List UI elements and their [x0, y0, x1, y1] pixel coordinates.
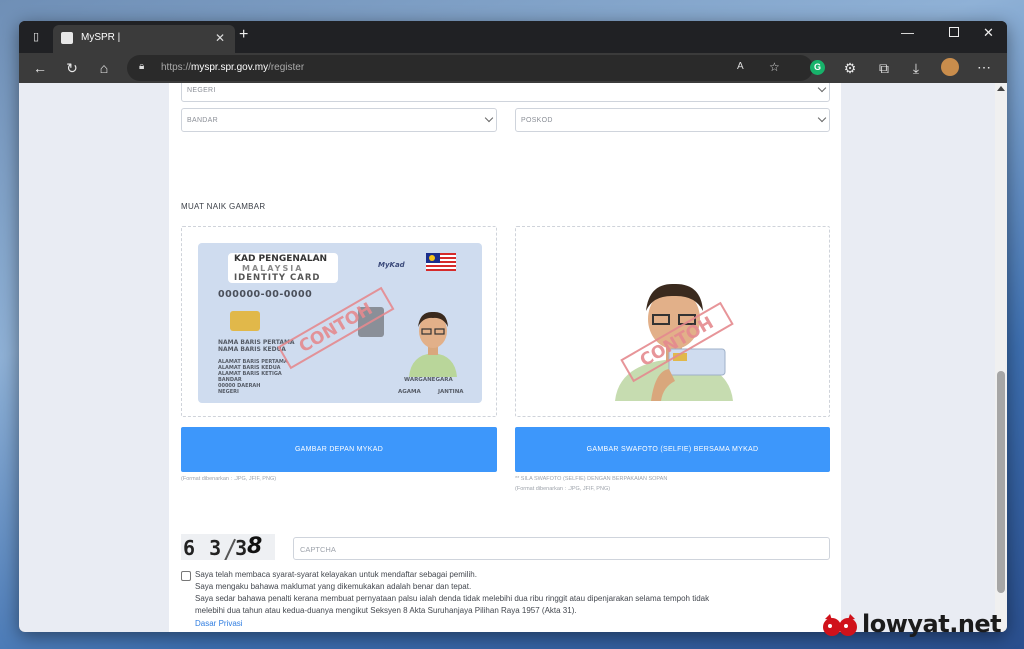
negeri-placeholder: NEGERI — [187, 87, 216, 94]
extensions-icon[interactable]: ⚙ — [841, 60, 859, 76]
declaration-line-3: Saya sedar bahawa penalti kerana membuat… — [195, 594, 710, 603]
selfie-format-hint: (Format dibenarkan : .JPG, JFIF, PNG) — [515, 486, 611, 492]
lock-icon: 🔒︎ — [139, 61, 145, 72]
card-gender: JANTINA — [438, 389, 464, 395]
url-path: /register — [268, 62, 305, 73]
captcha-last-digit: 8 — [247, 534, 263, 559]
upload-selfie-button[interactable]: GAMBAR SWAFOTO (SELFIE) BERSAMA MYKAD — [515, 427, 830, 472]
declaration-line-4: melebihi dua tahun atau kedua-duanya men… — [195, 606, 577, 615]
watermark-text: lowyat.net — [862, 610, 1002, 638]
tab-close-icon[interactable]: ✕ — [215, 31, 225, 45]
favorite-icon[interactable]: ☆ — [769, 60, 780, 74]
chevron-down-icon — [484, 113, 494, 123]
tab-title: MySPR | — [81, 32, 121, 43]
captcha-input[interactable]: CAPTCHA — [293, 537, 830, 560]
front-format-hint: (Format dibenarkan : .JPG, JFIF, PNG) — [181, 476, 277, 482]
close-window-button[interactable]: ✕ — [983, 25, 994, 41]
profile-avatar[interactable] — [941, 58, 959, 76]
scrollbar-thumb[interactable] — [997, 371, 1005, 593]
bandar-placeholder: BANDAR — [187, 117, 218, 124]
card-ic-number: 000000-00-0000 — [218, 289, 313, 300]
selfie-sample-image: CONTOH — [611, 271, 737, 401]
url-prefix: https:// — [161, 62, 192, 73]
browser-tab[interactable]: MySPR | ✕ — [53, 25, 235, 53]
card-brand: MyKad — [378, 261, 405, 269]
privacy-link[interactable]: Dasar Privasi — [195, 619, 243, 628]
minimize-button[interactable]: — — [901, 25, 914, 40]
extension-badge: G — [813, 62, 821, 72]
address-bar[interactable]: 🔒︎ https://myspr.spr.gov.my/register A ☆ — [127, 55, 813, 81]
card-title-1: KAD PENGENALAN — [234, 254, 328, 264]
tab-strip: ▯ MySPR | ✕ + — ✕ — [19, 21, 1007, 53]
card-title-2: MALAYSIA — [242, 264, 304, 273]
grammar-extension-icon[interactable]: G — [810, 60, 825, 75]
downloads-icon[interactable]: ⤓ — [907, 60, 925, 76]
chevron-down-icon — [817, 113, 827, 123]
card-name-2: NAMA BARIS KEDUA — [218, 346, 286, 353]
section-title: MUAT NAIK GAMBAR — [181, 202, 266, 211]
chip-icon — [230, 311, 260, 331]
maximize-button[interactable] — [949, 27, 959, 37]
captcha-image: 6 3 3 8 — [181, 534, 275, 560]
declaration-checkbox[interactable] — [181, 571, 191, 581]
back-icon[interactable]: ← — [31, 60, 49, 76]
card-addr-6: NEGERI — [218, 389, 239, 395]
declaration-line-1: Saya telah membaca syarat-syarat kelayak… — [195, 570, 477, 579]
card-title-3: IDENTITY CARD — [234, 273, 321, 283]
home-icon[interactable]: ⌂ — [95, 60, 113, 76]
card-citizenship: WARGANEGARA — [404, 377, 453, 383]
lowyat-logo-icon — [822, 612, 858, 640]
browser-toolbar: ← ↻ ⌂ 🔒︎ https://myspr.spr.gov.my/regist… — [19, 53, 1007, 83]
refresh-icon[interactable]: ↻ — [63, 60, 81, 76]
declaration-line-2: Saya mengaku bahawa maklumat yang dikemu… — [195, 582, 472, 591]
page-scrollbar[interactable] — [995, 83, 1007, 632]
site-favicon-icon — [61, 32, 73, 44]
mykad-sample-image: KAD PENGENALAN MALAYSIA IDENTITY CARD My… — [198, 243, 482, 403]
malaysia-flag-icon — [426, 253, 456, 271]
card-portrait-image — [403, 305, 463, 377]
more-menu-icon[interactable]: ⋯ — [975, 59, 993, 75]
poskod-placeholder: POSKOD — [521, 117, 553, 124]
new-tab-button[interactable]: + — [239, 26, 248, 44]
card-religion: AGAMA — [398, 389, 421, 395]
captcha-digits: 6 3 3 — [183, 536, 249, 560]
read-aloud-icon[interactable]: A — [737, 61, 744, 72]
collections-icon[interactable]: ⧉ — [875, 60, 893, 76]
tab-actions-icon[interactable]: ▯ — [27, 29, 45, 45]
poskod-select[interactable]: POSKOD — [515, 108, 830, 132]
captcha-placeholder: CAPTCHA — [300, 545, 336, 554]
upload-mykad-front-button[interactable]: GAMBAR DEPAN MYKAD — [181, 427, 497, 472]
negeri-select[interactable]: NEGERI — [181, 83, 830, 102]
page-viewport: NEGERI BANDAR POSKOD MUAT NAIK GAMBAR KA… — [19, 83, 1007, 632]
url-domain: myspr.spr.gov.my — [191, 62, 269, 73]
mykad-dropzone[interactable]: KAD PENGENALAN MALAYSIA IDENTITY CARD My… — [181, 226, 497, 417]
browser-window: ▯ MySPR | ✕ + — ✕ ← ↻ ⌂ 🔒︎ https://myspr… — [19, 21, 1007, 632]
scroll-up-icon[interactable] — [997, 86, 1005, 91]
selfie-dropzone[interactable]: CONTOH — [515, 226, 830, 417]
url-text: https://myspr.spr.gov.my/register — [161, 62, 304, 73]
selfie-note: ** SILA SWAFOTO (SELFIE) DENGAN BERPAKAI… — [515, 476, 668, 482]
bandar-select[interactable]: BANDAR — [181, 108, 497, 132]
chevron-down-icon — [817, 83, 827, 93]
registration-card: NEGERI BANDAR POSKOD MUAT NAIK GAMBAR KA… — [169, 83, 841, 632]
